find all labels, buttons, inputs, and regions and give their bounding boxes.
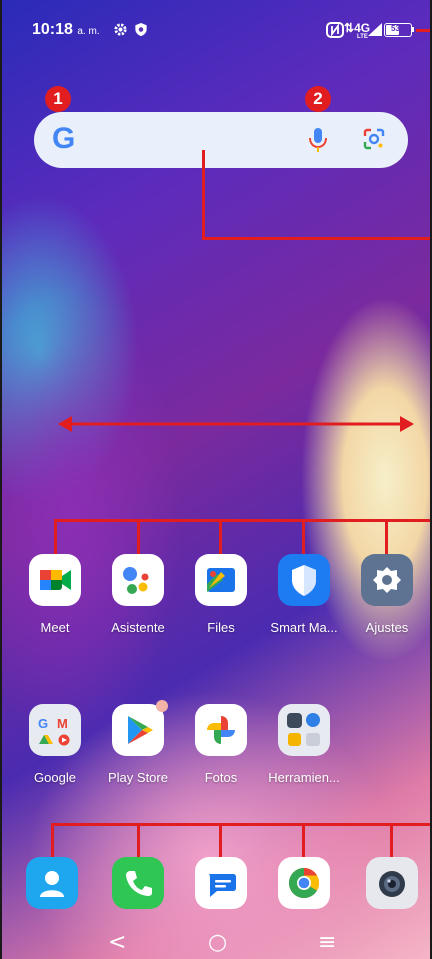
callout-line [302, 823, 305, 858]
callout-line [202, 237, 432, 240]
app-google-folder[interactable]: G M Google [15, 704, 95, 785]
camera-icon[interactable] [366, 857, 418, 909]
callout-line [137, 823, 140, 858]
callout-line [54, 519, 57, 555]
app-fotos[interactable]: Fotos [181, 704, 261, 785]
app-smart-manager[interactable]: Smart Ma... [264, 554, 344, 635]
security-shield-icon [135, 22, 147, 37]
tools-folder-icon[interactable] [278, 704, 330, 756]
app-ajustes[interactable]: Ajustes [347, 554, 427, 635]
callout-badge-2: 2 [305, 86, 331, 112]
app-play-store[interactable]: Play Store [98, 700, 178, 785]
dock-chrome[interactable] [264, 857, 344, 909]
svg-text:G: G [38, 716, 48, 731]
clock: 10:18 a. m. [32, 21, 100, 39]
app-label: Files [207, 620, 235, 635]
callout-badge-1: 1 [45, 86, 71, 112]
files-icon[interactable] [195, 554, 247, 606]
app-label: Asistente [111, 620, 165, 635]
app-label: Herramien... [268, 770, 340, 785]
app-meet[interactable]: Meet [15, 554, 95, 635]
notification-dot [156, 700, 168, 712]
home-screen: 10:18 a. m. ⇅4G LTE 53 1 2 G Meet Asiste… [0, 0, 432, 959]
google-folder-icon[interactable]: G M [29, 704, 81, 756]
assistant-icon[interactable] [112, 554, 164, 606]
callout-line [302, 519, 305, 555]
app-label: Meet [40, 620, 70, 635]
messages-icon[interactable] [195, 857, 247, 909]
microphone-icon[interactable] [306, 126, 330, 154]
dock-contacts[interactable] [12, 857, 92, 909]
battery-icon: 53 [384, 23, 412, 37]
svg-text:M: M [57, 716, 68, 731]
callout-line [54, 519, 432, 522]
google-lens-icon[interactable] [362, 127, 386, 151]
callout-line [202, 150, 205, 240]
chrome-icon[interactable] [278, 857, 330, 909]
signal-icon [368, 23, 382, 36]
contacts-icon[interactable] [26, 857, 78, 909]
google-search-bar[interactable]: G [34, 112, 408, 168]
dock-phone[interactable] [98, 857, 178, 909]
status-bar: 10:18 a. m. ⇅4G LTE 53 [0, 0, 432, 60]
callout-line [390, 823, 393, 858]
dock-camera[interactable] [352, 857, 432, 909]
clock-suffix: a. m. [77, 26, 100, 37]
photos-icon[interactable] [195, 704, 247, 756]
battery-level: 53 [391, 24, 400, 33]
nav-home-button[interactable]: ○ [208, 930, 227, 955]
swipe-arrow-icon [58, 416, 414, 432]
nav-back-button[interactable]: < [108, 930, 126, 955]
app-label: Play Store [108, 770, 168, 785]
phone-icon[interactable] [112, 857, 164, 909]
network-sub-label: LTE [357, 34, 368, 40]
app-asistente[interactable]: Asistente [98, 554, 178, 635]
app-label: Ajustes [365, 620, 409, 635]
callout-line [219, 519, 222, 555]
callout-line [137, 519, 140, 555]
app-label: Smart Ma... [270, 620, 338, 635]
gear-icon [114, 23, 127, 36]
app-files[interactable]: Files [181, 554, 261, 635]
app-label: Fotos [204, 770, 238, 785]
network-type: ⇅4G [344, 21, 371, 35]
callout-line [219, 823, 222, 858]
callout-line [385, 519, 388, 555]
app-label: Google [34, 770, 76, 785]
dock-messages[interactable] [181, 857, 261, 909]
callout-line [51, 823, 54, 858]
nav-recents-button[interactable]: ≡ [318, 930, 336, 955]
shield-icon[interactable] [278, 554, 330, 606]
app-herramientas-folder[interactable]: Herramien... [264, 704, 344, 785]
play-store-icon[interactable] [112, 700, 168, 756]
clock-time: 10:18 [32, 21, 73, 38]
settings-icon[interactable] [361, 554, 413, 606]
google-logo-icon[interactable]: G [52, 122, 75, 156]
nfc-icon [326, 22, 344, 38]
meet-icon[interactable] [29, 554, 81, 606]
callout-line [51, 823, 432, 826]
